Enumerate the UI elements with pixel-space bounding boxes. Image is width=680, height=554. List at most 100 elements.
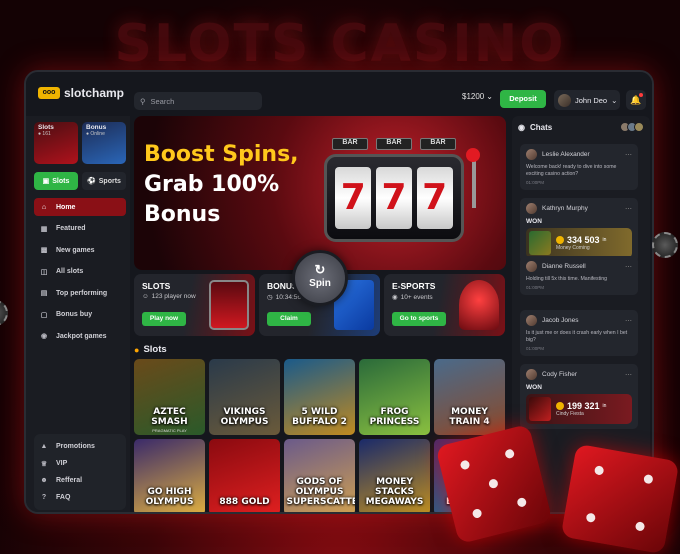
logo[interactable]: ooo slotchamp: [38, 86, 124, 100]
game-title: 888 GOLD: [219, 497, 270, 507]
game-tile[interactable]: MONEY TRAIN 4: [434, 359, 505, 435]
grid-icon: ▦: [40, 225, 48, 233]
mode-sports-button[interactable]: ⚽ Sports: [82, 172, 126, 190]
sidebar-item-new-games[interactable]: ▩ New games: [34, 241, 126, 259]
tab-sub: ● Online: [86, 131, 105, 137]
sidebar-tab-slots[interactable]: Slots ● 161: [34, 122, 78, 164]
sidebar-item-faq[interactable]: ? FAQ: [34, 489, 126, 506]
game-tile[interactable]: 5 WILD BUFFALO 2: [284, 359, 355, 435]
sidebar-item-label: Refferal: [56, 477, 83, 484]
game-tile[interactable]: VIKINGS OLYMPUS: [209, 359, 280, 435]
sidebar-item-refferal[interactable]: ☻ Refferal: [34, 472, 126, 489]
chat-message[interactable]: Kathryn Murphy ⋯ WON 334 503 in Money Coming: [520, 198, 638, 263]
sidebar-item-promotions[interactable]: ▲ Promotions: [34, 438, 126, 455]
search-input[interactable]: ⚲ Search: [134, 92, 262, 110]
go-to-sports-button[interactable]: Go to sports: [392, 312, 446, 326]
chat-message[interactable]: Cody Fisher ⋯ WON 199 321 in Cindy Fiesta: [520, 364, 638, 429]
sidebar-tab-bonus[interactable]: Bonus ● Online: [82, 122, 126, 164]
chevron-down-icon: ⌄: [611, 95, 618, 105]
sidebar-item-home[interactable]: ⌂ Home: [34, 198, 126, 216]
chat-text: Holding till 5x this time. Manifesting: [526, 276, 608, 282]
notification-button[interactable]: 🔔: [626, 90, 646, 110]
more-icon[interactable]: ⋯: [625, 205, 632, 213]
claim-button[interactable]: Claim: [267, 312, 311, 326]
game-tile[interactable]: GO HIGH OLYMPUS: [134, 439, 205, 512]
more-icon[interactable]: ⋯: [625, 263, 632, 271]
bulb-icon: ●: [134, 344, 140, 355]
mode-slots-button[interactable]: ▣ Slots: [34, 172, 78, 190]
chat-message[interactable]: Leslie Alexander ⋯ Welcome back! ready to …: [520, 144, 638, 190]
chat-text: Welcome back! ready to dive into some ex…: [526, 164, 617, 177]
card-slots[interactable]: SLOTS ☺ 123 player now Play now: [134, 274, 255, 336]
mode-label: Sports: [98, 177, 121, 185]
win-card[interactable]: 199 321 in Cindy Fiesta: [526, 394, 632, 424]
balance-dropdown[interactable]: $1200 ⌄: [462, 92, 493, 101]
chat-message-header: Leslie Alexander ⋯: [526, 149, 632, 160]
hero-headline: Boost Spins, Grab 100% Bonus: [144, 140, 299, 230]
chart-icon: ▤: [40, 290, 48, 297]
more-icon[interactable]: ⋯: [625, 317, 632, 325]
sidebar-item-featured[interactable]: ▦ Featured: [34, 220, 126, 238]
user-menu[interactable]: John Deo ⌄: [554, 90, 620, 110]
chat-message[interactable]: Jacob Jones ⋯ Is it just me or does it cra…: [520, 310, 638, 356]
sidebar-item-bonus-buy[interactable]: ▢ Bonus buy: [34, 306, 126, 324]
card-esports[interactable]: E-SPORTS ◉ 10+ events Go to sports: [384, 274, 505, 336]
sidebar-item-label: VIP: [56, 460, 68, 467]
lever-icon: [472, 158, 476, 208]
sidebar-item-label: Home: [56, 203, 76, 211]
refresh-icon: ↻: [314, 262, 326, 277]
avatar: [526, 203, 537, 214]
hero-banner[interactable]: Boost Spins, Grab 100% Bonus BAR BAR BAR…: [134, 116, 506, 270]
more-icon[interactable]: ⋯: [625, 371, 632, 379]
chevron-down-icon: ⌄: [486, 92, 493, 101]
chat-message[interactable]: Dianne Russell ⋯ Holding till 5x this time…: [520, 256, 638, 295]
coin-icon: [556, 236, 564, 244]
chat-time: 01:00PM: [526, 285, 545, 290]
event-icon: ◉: [392, 294, 398, 301]
chat-time: 01:00PM: [526, 180, 545, 185]
search-placeholder: Search: [150, 96, 175, 106]
win-card[interactable]: 334 503 in Money Coming: [526, 228, 632, 258]
slot-machine-illustration: BAR BAR BAR 7 7 7: [324, 134, 480, 254]
sidebar-item-all-slots[interactable]: ◫ All slots: [34, 263, 126, 281]
balance-value: $1200: [462, 92, 485, 101]
home-icon: ⌂: [41, 203, 47, 211]
coin-icon: ◉: [40, 333, 48, 340]
sidebar-item-label: Top performing: [56, 289, 108, 297]
game-tile[interactable]: GODS OF OLYMPUS SUPERSCATTER: [284, 439, 355, 512]
reels: 7 7 7: [324, 154, 464, 242]
win-label: WON: [526, 384, 542, 391]
card-sub-text: 10+ events: [400, 293, 433, 301]
sidebar-nav: ⌂ Home ▦ Featured ▩ New games ◫ All slots ▤ T…: [34, 198, 126, 349]
sidebar-item-jackpot-games[interactable]: ◉ Jackpot games: [34, 327, 126, 345]
bar-label: BAR: [376, 138, 412, 150]
game-tile[interactable]: AZTEC SMASH PRAGMATIC PLAY: [134, 359, 205, 435]
slots-section-title: ● Slots: [134, 344, 167, 355]
game-provider: PRAGMATIC PLAY: [152, 428, 187, 433]
game-tile[interactable]: FROG PRINCESS: [359, 359, 430, 435]
sidebar-item-vip[interactable]: ♕ VIP: [34, 455, 126, 472]
play-now-button[interactable]: Play now: [142, 312, 186, 326]
top-bar: ooo slotchamp ⚲ Search $1200 ⌄ Deposit J…: [26, 72, 652, 112]
casino-chip-icon: [0, 300, 8, 326]
sidebar-item-top-performing[interactable]: ▤ Top performing: [34, 284, 126, 302]
avatar: [526, 261, 537, 272]
tab-label: Bonus: [86, 124, 107, 131]
game-tile[interactable]: 888 GOLD: [209, 439, 280, 512]
chat-participants[interactable]: [620, 122, 644, 132]
game-title: FROG PRINCESS: [369, 407, 420, 427]
sidebar-item-label: FAQ: [56, 494, 71, 501]
chat-username: Kathryn Murphy: [542, 205, 588, 212]
avatar: [526, 149, 537, 160]
bag-icon: ▢: [40, 311, 48, 319]
spin-button[interactable]: ↻ Spin: [292, 250, 348, 306]
more-icon[interactable]: ⋯: [625, 151, 632, 159]
chat-username: Leslie Alexander: [542, 151, 590, 158]
app-window: ooo slotchamp ⚲ Search $1200 ⌄ Deposit J…: [24, 70, 654, 514]
ball-icon: ⚽: [87, 178, 96, 185]
deposit-button[interactable]: Deposit: [500, 90, 546, 108]
card-sub-text: 123 player now: [151, 293, 196, 300]
user-name: John Deo: [575, 95, 608, 105]
game-tile[interactable]: MONEY STACKS MEGAWAYS: [359, 439, 430, 512]
spin-label: Spin: [309, 278, 331, 289]
